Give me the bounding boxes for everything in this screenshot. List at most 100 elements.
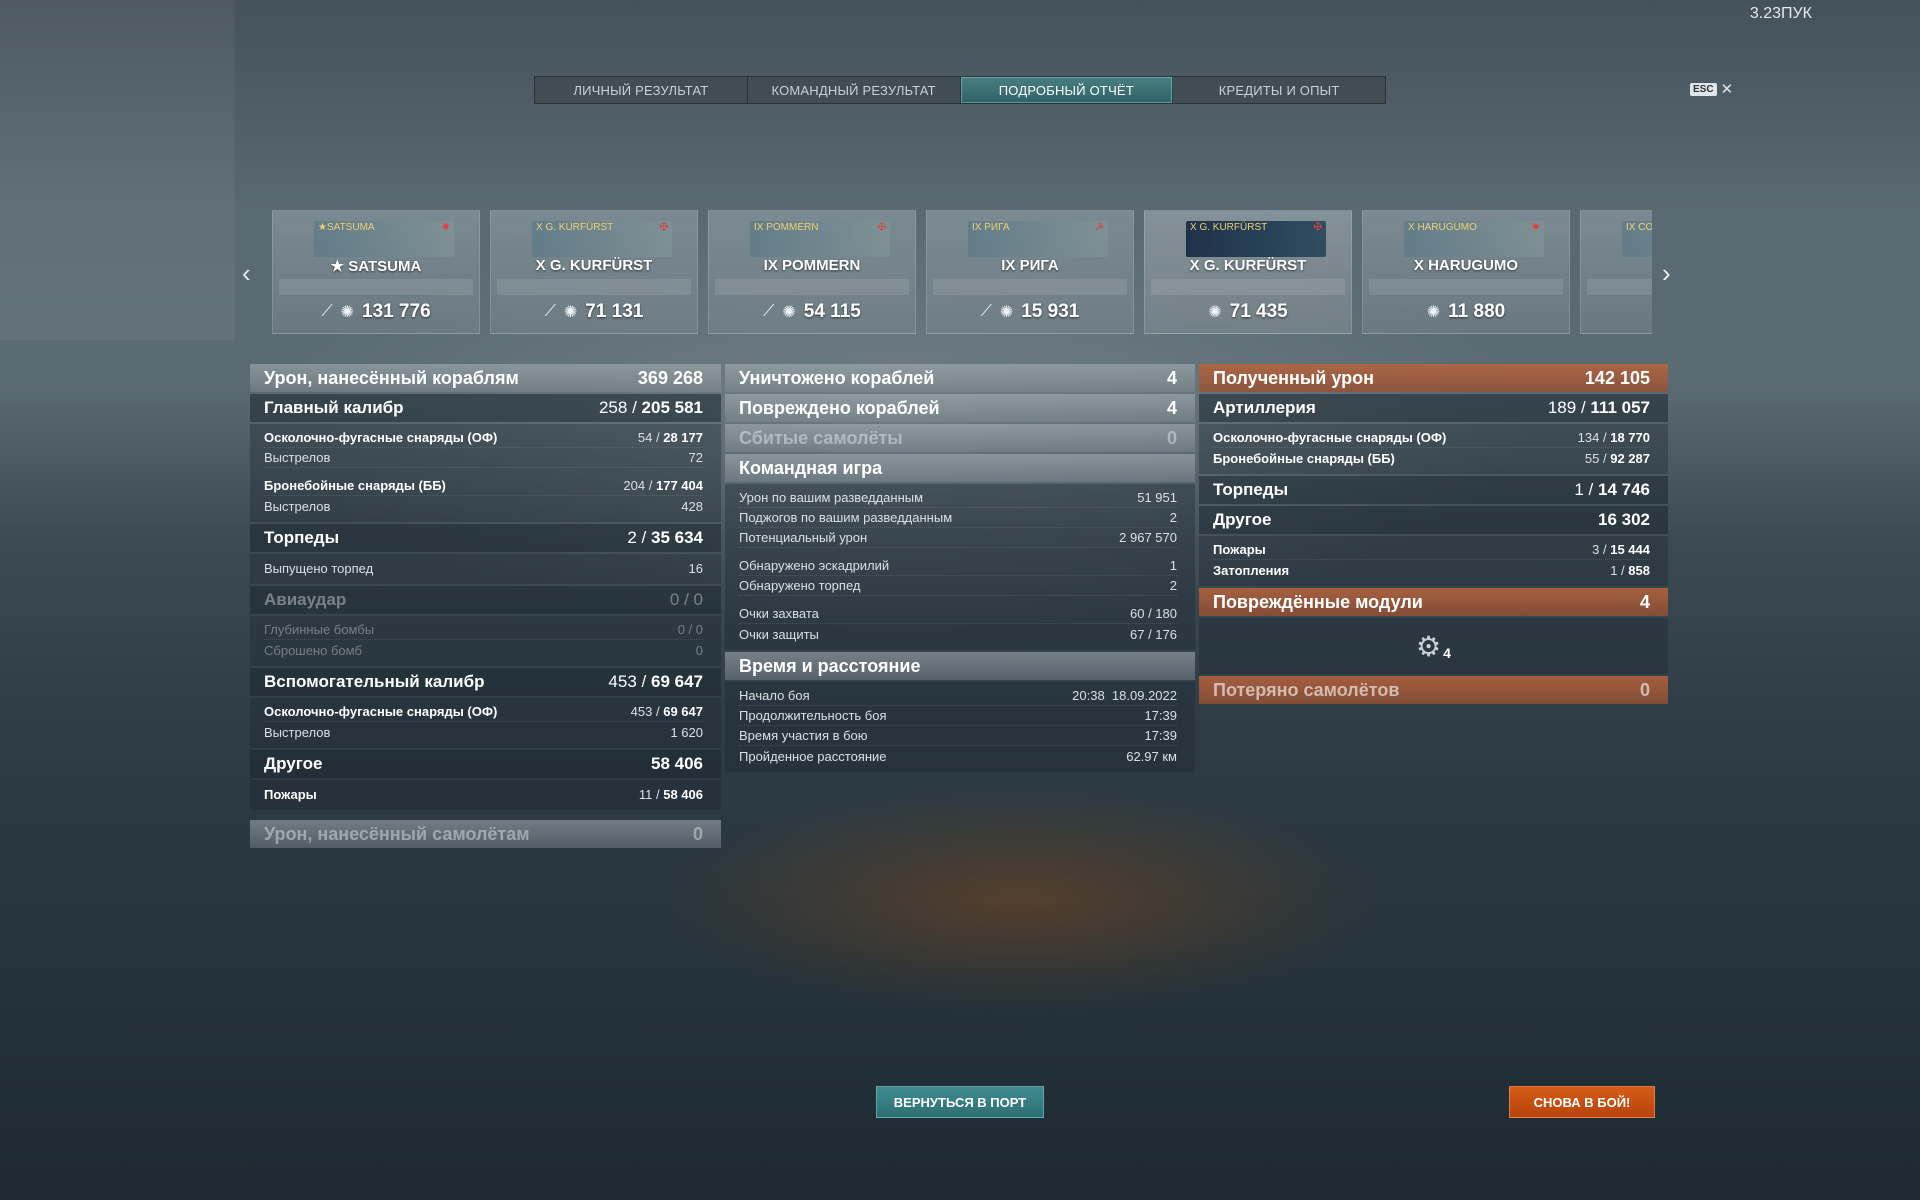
thumb-ship-name: X G. KURFÜRST: [1190, 222, 1268, 233]
header-label: Повреждённые модули: [1213, 591, 1423, 612]
ship-thumbnail: ★SATSUMA ✹: [314, 221, 454, 257]
section-value: 1 / 14 746: [1574, 480, 1650, 499]
ship-card[interactable]: X HARUGUMO ✹ X HARUGUMO ✺ 11 880: [1362, 210, 1570, 334]
ship-footer: ⟋ ✺ 54 115: [709, 301, 915, 323]
section-label: Вспомогательный калибр: [264, 672, 485, 691]
tab-detailed-report[interactable]: ПОДРОБНЫЙ ОТЧЁТ: [960, 77, 1174, 103]
received-header: Полученный урон 142 105: [1199, 364, 1668, 392]
team-play-details: Урон по вашим разведданным 51 951 Поджого…: [725, 484, 1195, 650]
damage-received-panel: Полученный урон 142 105 Артиллерия 189 /…: [1199, 364, 1668, 706]
planes-lost-header: Потеряно самолётов 0: [1199, 676, 1668, 704]
tab-credits-xp[interactable]: КРЕДИТЫ И ОПЫТ: [1173, 77, 1385, 103]
section-value: 258 / 205 581: [598, 398, 703, 417]
header-value: 142 105: [1584, 367, 1650, 388]
module-count: 4: [1443, 645, 1451, 661]
nation-flag-icon: ✠: [877, 222, 886, 233]
ship-footer: ⟋ ✺ 71 131: [491, 301, 697, 323]
ship-card-own[interactable]: X G. KURFÜRST ✠ X G. KURFÜRST ✺ 71 435: [1144, 210, 1352, 334]
secondary-battery-row: Вспомогательный калибр 453 / 69 647: [250, 668, 721, 696]
damage-icon: ✺: [1208, 304, 1222, 321]
time-distance-details: Начало боя 20:38 18.09.2022 Продолжительн…: [725, 682, 1195, 772]
nation-flag-icon: ✠: [659, 222, 668, 233]
damage-icon: ✺: [1426, 304, 1441, 321]
ship-thumbnail: X G. KURFÜRST ✠: [532, 221, 672, 257]
stat-row: Пройденное расстояние 62.97 км: [739, 748, 1177, 764]
header-label: Уничтожено кораблей: [739, 367, 935, 388]
damaged-header: Повреждено кораблей 4: [725, 394, 1195, 422]
close-control[interactable]: ESC ✕: [1690, 80, 1733, 98]
ship-thumbnail: X HARUGUMO ✹: [1404, 221, 1544, 257]
stat-row: Выстрелов 1 620: [264, 724, 703, 740]
ship-card[interactable]: IX РИГА ☭ IX РИГА ⟋ ✺ 15 931: [926, 210, 1134, 334]
close-icon[interactable]: ✕: [1721, 80, 1734, 98]
ship-name: X G. KURFÜRST: [1189, 257, 1307, 274]
version-label: 3.23ПУК: [1749, 5, 1812, 22]
header-label: Командная игра: [739, 457, 883, 478]
ship-thumbnail: X G. KURFÜRST ✠: [1186, 221, 1326, 257]
header-value: 369 268: [637, 367, 703, 388]
ship-card[interactable]: X G. KURFÜRST ✠ X G. KURFÜRST ⟋ ✺ 71 131: [490, 210, 698, 334]
stat-row: Осколочно-фугасные снаряды (ОФ) 134 / 18 …: [1213, 428, 1650, 448]
section-label: Другое: [1213, 510, 1272, 529]
header-label: Полученный урон: [1213, 367, 1374, 388]
section-value: 16 302: [1598, 510, 1650, 529]
thumb-ship-name: IX CO: [1626, 222, 1652, 233]
tab-personal-result[interactable]: ЛИЧНЫЙ РЕЗУЛЬТАТ: [535, 77, 748, 103]
other-details: Пожары 11 / 58 406: [250, 780, 721, 810]
ship-card[interactable]: ★SATSUMA ✹ ★ SATSUMA ⟋ ✺ 131 776: [272, 210, 480, 334]
received-torpedoes-row: Торпеды 1 / 14 746: [1199, 476, 1668, 504]
section-label: Другое: [264, 754, 323, 773]
nation-flag-icon: ✹: [441, 222, 450, 233]
ship-footer: ⟋ ✺ 131 776: [273, 301, 479, 323]
header-label: Урон, нанесённый самолётам: [264, 823, 530, 844]
stat-row: Начало боя 20:38 18.09.2022: [739, 686, 1177, 706]
ship-damage: 71 131: [585, 301, 644, 322]
section-value: 453 / 69 647: [608, 672, 703, 691]
main-battery-row: Главный калибр 258 / 205 581: [250, 394, 721, 422]
header-label: Потеряно самолётов: [1213, 679, 1400, 700]
damage-icon: ✺: [999, 304, 1014, 321]
section-label: Авиаудар: [264, 590, 347, 609]
ship-thumbnail: IX РИГА ☭: [968, 221, 1108, 257]
ship-damage: 15 931: [1021, 301, 1080, 322]
carousel-next-arrow-icon[interactable]: ›: [1662, 258, 1671, 289]
received-other-details: Пожары 3 / 15 444 Затопления 1 / 858: [1199, 536, 1668, 586]
stat-row: Очки защиты 67 / 176: [739, 626, 1177, 642]
stat-row: Сброшено бомб 0: [264, 642, 703, 658]
ribbon-icon: ⟋: [321, 303, 333, 320]
ship-bar: [1151, 279, 1345, 295]
damage-icon: ✺: [782, 304, 796, 321]
header-label: Урон, нанесённый кораблям: [264, 367, 519, 388]
ship-footer: ✺ 71 435: [1145, 301, 1351, 323]
ship-card[interactable]: IX POMMERN ✠ IX POMMERN ⟋ ✺ 54 115: [708, 210, 916, 334]
battle-again-button[interactable]: СНОВА В БОЙ!: [1509, 1086, 1655, 1118]
damage-dealt-panel: Урон, нанесённый кораблям 369 268 Главны…: [250, 364, 721, 850]
carousel-prev-arrow-icon[interactable]: ‹: [242, 258, 251, 289]
ship-carousel: ★SATSUMA ✹ ★ SATSUMA ⟋ ✺ 131 776 X G. KU…: [272, 210, 1652, 335]
ship-name: X HARUGUMO: [1413, 257, 1519, 274]
stat-row: Обнаружено торпед 2: [739, 576, 1177, 596]
damage-ships-header: Урон, нанесённый кораблям 369 268: [250, 364, 721, 392]
section-value: 58 406: [651, 754, 703, 773]
section-value: 0 / 0: [669, 590, 703, 609]
battle-summary-panel: Уничтожено кораблей 4 Повреждено корабле…: [725, 364, 1195, 774]
return-to-port-button[interactable]: ВЕРНУТЬСЯ В ПОРТ: [876, 1086, 1044, 1118]
section-value: 189 / 111 057: [1547, 398, 1650, 417]
damage-planes-header: Урон, нанесённый самолётам 0: [250, 820, 721, 848]
ship-name: ★ SATSUMA: [330, 258, 422, 275]
thumb-ship-name: IX РИГА: [972, 222, 1010, 233]
header-value: 0: [1166, 427, 1177, 448]
ship-bar: [715, 279, 909, 295]
torpedoes-row: Торпеды 2 / 35 634: [250, 524, 721, 552]
ship-name: IX РИГА: [1001, 257, 1059, 274]
section-label: Торпеды: [1213, 480, 1289, 499]
header-label: Время и расстояние: [739, 655, 921, 676]
stat-row: Продолжительность боя 17:39: [739, 706, 1177, 726]
header-label: Повреждено кораблей: [739, 397, 940, 418]
section-label: Торпеды: [264, 528, 340, 547]
tab-team-result[interactable]: КОМАНДНЫЙ РЕЗУЛЬТАТ: [748, 77, 961, 103]
ship-card[interactable]: IX CO: [1580, 210, 1652, 334]
aviation-row: Авиаудар 0 / 0: [250, 586, 721, 614]
stat-row: Время участия в бою 17:39: [739, 726, 1177, 746]
header-value: 0: [1639, 679, 1650, 700]
